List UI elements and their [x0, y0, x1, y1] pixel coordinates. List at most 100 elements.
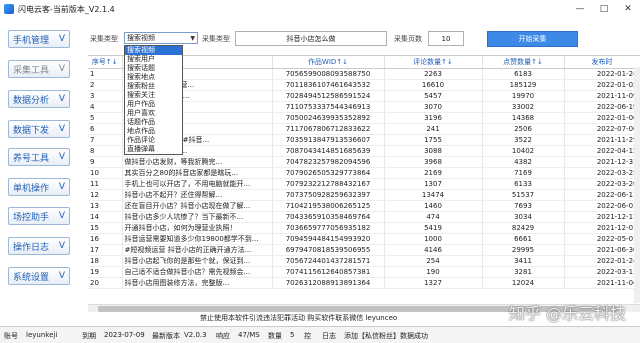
cell-index: 19 — [88, 266, 123, 278]
table-row[interactable]: 9 做抖音小店发财，等我折腾完... 7047823257982094596 3968… — [88, 156, 640, 168]
app-logo-icon — [4, 4, 14, 14]
cell-work-id: 7079232212788432167 — [272, 178, 385, 190]
cell-work-id: 7056724401437281571 — [272, 255, 385, 267]
col-header-index[interactable]: 序号↑↓ — [88, 56, 123, 69]
table-row[interactable]: 19 自己适不适合做抖音小店？需先视频会... 707411561264085738… — [88, 266, 640, 278]
keyword-input[interactable]: 抖音小店怎么做 — [235, 31, 387, 46]
dropdown-option[interactable]: 地点作品 — [125, 127, 182, 136]
collect-type-select[interactable]: 搜索视频 ▼ — [124, 32, 198, 44]
start-collect-button[interactable]: 开始采集 — [487, 31, 578, 47]
cell-index: 6 — [88, 123, 123, 135]
minimize-button[interactable]: — — [568, 0, 592, 18]
cell-likes: 82429 — [482, 222, 565, 234]
cell-likes: 29995 — [482, 244, 565, 256]
col-header-work-id[interactable]: 作品WID↑↓ — [272, 56, 385, 69]
cell-title: 自己适不适合做抖音小店？需先视频会... — [122, 266, 273, 278]
dropdown-option[interactable]: 搜索用户 — [125, 55, 182, 64]
cell-comments: 13474 — [384, 189, 483, 201]
sidebar-item-data-analysis[interactable]: 数据分析 V — [8, 90, 70, 108]
col-header-comments[interactable]: 评论数量↑↓ — [384, 56, 483, 69]
cell-title: 做抖音小店发财，等我折腾完... — [122, 156, 273, 168]
sidebar-item-live-assistant[interactable]: 场控助手 V — [8, 207, 70, 225]
dropdown-option[interactable]: 搜索粉丝 — [125, 82, 182, 91]
cell-comments: 1460 — [384, 200, 483, 212]
account-label: 账号 — [4, 332, 18, 340]
col-header-likes[interactable]: 点赞数量↑↓ — [482, 56, 565, 69]
table-row[interactable]: 16 抖音运营需要知道多少你19800都学不到... 709459448415499… — [88, 233, 640, 245]
cell-comments: 1755 — [384, 134, 483, 146]
table-row[interactable]: 12 抖音小店不起开？还住得帮解... 7073750928259632397 134… — [88, 189, 640, 201]
cell-index: 10 — [88, 167, 123, 179]
table-row[interactable]: 10 其实百分之80的抖音店家都是瞎玩... 7079026505329773864… — [88, 167, 640, 179]
cell-comments: 5457 — [384, 90, 483, 102]
cell-title: 手机上也可以开店了，不用电脑就能开... — [122, 178, 273, 190]
col-header-publish-time[interactable]: 发布时 — [564, 56, 640, 69]
cell-comments: 241 — [384, 123, 483, 135]
cell-work-id: 7050024639935352892 — [272, 112, 385, 124]
sidebar-item-label: 操作日志 — [13, 242, 50, 253]
cell-publish-time: 2021-12-31 — [564, 156, 640, 168]
sidebar-item-operation-log[interactable]: 操作日志 V — [8, 237, 70, 255]
collect-sub-type-label: 采集类型 — [202, 35, 230, 43]
sidebar-item-label: 手机管理 — [13, 35, 50, 46]
table-row[interactable]: 14 抖音小店多少人坑惨了？当下最新不... 7043365910358469764… — [88, 211, 640, 223]
dropdown-option[interactable]: 搜索话题 — [125, 64, 182, 73]
cell-likes: 7169 — [482, 167, 565, 179]
sidebar-item-system-settings[interactable]: 系统设置 V — [8, 267, 70, 285]
table-row[interactable]: 15 开通抖音小店，如何为理营业执照！ 7036659777056935182 541… — [88, 222, 640, 234]
dropdown-option[interactable]: 搜索地点 — [125, 73, 182, 82]
vertical-scrollbar[interactable] — [634, 67, 640, 303]
dropdown-option[interactable]: 话题作品 — [125, 118, 182, 127]
cell-comments: 3088 — [384, 145, 483, 157]
sidebar-item-account-nurture[interactable]: 养号工具 V — [8, 148, 70, 166]
cell-likes: 10402 — [482, 145, 565, 157]
table-row[interactable]: 20 抖音小店用图装修方法，完整版... 7026312088913891364 13… — [88, 277, 640, 289]
cell-publish-time: 2022-05-07 — [564, 233, 640, 245]
sidebar-item-phone-manage[interactable]: 手机管理 V — [8, 30, 70, 48]
cell-comments: 474 — [384, 211, 483, 223]
cell-publish-time: 2021-11-09 — [564, 90, 640, 102]
table-row[interactable]: 11 手机上也可以开店了，不用电脑就能开... 707923221278843216… — [88, 178, 640, 190]
cell-work-id: 7074115612640857381 — [272, 266, 385, 278]
cell-comments: 2263 — [384, 68, 483, 80]
devices-value: 5 — [290, 331, 295, 339]
chevron-down-icon: V — [58, 182, 65, 192]
pages-input[interactable]: 10 — [428, 31, 464, 46]
cell-comments: 3968 — [384, 156, 483, 168]
dropdown-option[interactable]: 用户喜欢 — [125, 109, 182, 118]
cell-work-id: 7028494512586591524 — [272, 90, 385, 102]
dropdown-option[interactable]: 搜索关注 — [125, 91, 182, 100]
cell-publish-time: 2021-12-17 — [564, 211, 640, 223]
cell-work-id: 7104219538006265125 — [272, 200, 385, 212]
watermark: 知乎 @乐云科技 — [508, 304, 626, 323]
sidebar-item-collect-tools[interactable]: 采集工具 V — [8, 60, 70, 78]
cell-index: 2 — [88, 79, 123, 91]
cell-likes: 3034 — [482, 211, 565, 223]
dropdown-option[interactable]: 作品评论 — [125, 136, 182, 145]
maximize-button[interactable]: □ — [592, 0, 616, 18]
cell-index: 11 — [88, 178, 123, 190]
cell-comments: 1000 — [384, 233, 483, 245]
sidebar-item-data-dispatch[interactable]: 数据下发 V — [8, 120, 70, 138]
notice-text: 禁止使用本软件引流违法犯罪活动 购买软件联系微信 leyunceo — [200, 314, 398, 322]
cell-title: 开通抖音小店，如何为理营业执照！ — [122, 222, 273, 234]
dropdown-option[interactable]: 用户作品 — [125, 100, 182, 109]
cell-index: 16 — [88, 233, 123, 245]
cell-likes: 12024 — [482, 277, 565, 289]
expire-value: 2023-07-09 — [104, 331, 145, 339]
dropdown-option[interactable]: 搜索视频 — [125, 46, 182, 55]
table-row[interactable]: 18 抖音小店起飞你的是那些个就，保证到... 705672440143728157… — [88, 255, 640, 267]
expire-label: 到期 — [82, 332, 96, 340]
cell-likes: 51537 — [482, 189, 565, 201]
version-label: 最新版本 — [152, 332, 180, 340]
sidebar-item-label: 场控助手 — [13, 212, 50, 223]
cell-publish-time: 2021-11-04 — [564, 277, 640, 289]
table-row[interactable]: 13 还在盲目开小店？抖音小店现在做了解... 710421953800626512… — [88, 200, 640, 212]
cell-publish-time: 2022-06-19 — [564, 101, 640, 113]
sidebar-item-single-operation[interactable]: 单机操作 V — [8, 178, 70, 196]
close-button[interactable]: ✕ — [616, 0, 640, 18]
table-row[interactable]: 17 #短视频运营 抖音小店的正确开通方法... 69794708185395069… — [88, 244, 640, 256]
dropdown-option[interactable]: 直播弹幕 — [125, 145, 182, 154]
collect-type-value: 搜索视频 — [127, 34, 155, 42]
cell-likes: 14368 — [482, 112, 565, 124]
